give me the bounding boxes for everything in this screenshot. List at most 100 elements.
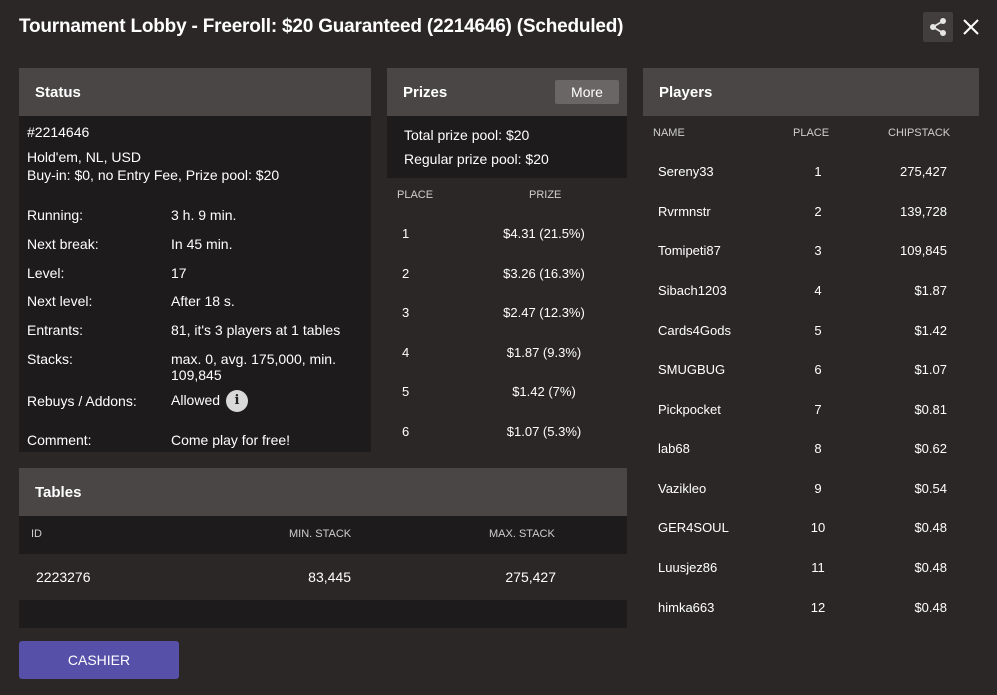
more-prizes-button[interactable]: More <box>555 80 619 104</box>
player-chips: $0.81 <box>914 402 947 417</box>
player-name: himka663 <box>658 600 715 615</box>
player-place: 12 <box>810 600 826 615</box>
player-name: Luusjez86 <box>658 560 718 575</box>
prize-amount: $4.31 (21.5%) <box>503 226 585 241</box>
player-place: 5 <box>814 323 822 338</box>
status-key: Rebuys / Addons: <box>27 393 137 409</box>
player-chips: $0.62 <box>914 441 947 456</box>
player-name: Pickpocket <box>658 402 721 417</box>
player-name: GER4SOUL <box>658 520 729 535</box>
player-row[interactable]: SMUGBUG 6 $1.07 <box>643 362 979 382</box>
prize-row: 6 $1.07 (5.3%) <box>387 424 627 444</box>
player-chips: 139,728 <box>900 204 947 219</box>
player-name: Rvrmnstr <box>658 204 711 219</box>
status-value: 17 <box>171 265 187 281</box>
game-type: Hold'em, NL, USD <box>27 149 141 165</box>
player-place: 2 <box>814 204 822 219</box>
close-button[interactable] <box>958 14 984 40</box>
status-value: 3 h. 9 min. <box>171 207 237 223</box>
player-place: 10 <box>810 520 826 535</box>
player-row[interactable]: Cards4Gods 5 $1.42 <box>643 323 979 343</box>
prize-place: 6 <box>402 424 410 439</box>
prize-place: 5 <box>402 384 410 399</box>
total-prize-value: $20 <box>505 127 530 143</box>
total-prize-pool: Total prize pool: $20 <box>404 127 529 143</box>
tables-heading: Tables <box>35 483 82 501</box>
player-chips: $0.54 <box>914 481 947 496</box>
regular-prize-pool: Regular prize pool: $20 <box>404 151 549 167</box>
players-col-name: NAME <box>653 127 685 139</box>
status-value: In 45 min. <box>171 236 233 252</box>
player-row[interactable]: Sibach1203 4 $1.87 <box>643 283 979 303</box>
share-icon <box>930 18 946 36</box>
status-key: Stacks: <box>27 351 73 367</box>
close-icon <box>963 19 979 35</box>
player-chips: 275,427 <box>900 164 947 179</box>
status-key: Comment: <box>27 432 92 448</box>
player-row[interactable]: Pickpocket 7 $0.81 <box>643 402 979 422</box>
player-place: 9 <box>814 481 822 496</box>
info-icon[interactable]: i <box>226 390 249 413</box>
prizes-col-prize: PRIZE <box>529 189 562 201</box>
prize-row: 3 $2.47 (12.3%) <box>387 305 627 325</box>
status-value: max. 0, avg. 175,000, min. 109,845 <box>171 351 336 383</box>
player-chips: $1.87 <box>914 283 947 298</box>
player-place: 4 <box>814 283 822 298</box>
prize-row: 5 $1.42 (7%) <box>387 384 627 404</box>
total-prize-label: Total prize pool: <box>404 127 503 143</box>
player-row[interactable]: GER4SOUL 10 $0.48 <box>643 520 979 540</box>
table-max-stack: 275,427 <box>505 569 556 585</box>
player-chips: $0.48 <box>914 560 947 575</box>
prize-place: 4 <box>402 345 410 360</box>
players-col-chipstack: CHIPSTACK <box>888 127 951 139</box>
status-value-rebuys: Allowed i <box>171 389 361 413</box>
share-button[interactable] <box>923 12 953 42</box>
players-panel-header: Players <box>643 68 979 116</box>
player-chips: $1.07 <box>914 362 947 377</box>
status-value: After 18 s. <box>171 293 235 309</box>
player-name: Vazikleo <box>658 481 707 496</box>
player-place: 7 <box>814 402 822 417</box>
player-place: 1 <box>814 164 822 179</box>
status-key: Next level: <box>27 293 93 309</box>
player-chips: $1.42 <box>914 323 947 338</box>
player-name: Cards4Gods <box>658 323 731 338</box>
prizes-heading: Prizes <box>403 83 448 101</box>
player-chips: 109,845 <box>900 243 947 258</box>
tables-col-id: ID <box>31 528 42 540</box>
player-place: 8 <box>814 441 822 456</box>
prize-row: 2 $3.26 (16.3%) <box>387 266 627 286</box>
players-col-place: PLACE <box>793 127 830 139</box>
prize-amount: $1.07 (5.3%) <box>506 424 582 439</box>
tables-panel-header: Tables <box>19 468 627 516</box>
status-value: Come play for free! <box>171 432 291 448</box>
status-key: Entrants: <box>27 322 84 338</box>
prize-amount: $1.42 (7%) <box>512 384 576 399</box>
player-place: 6 <box>814 362 822 377</box>
player-name: lab68 <box>658 441 690 456</box>
page-title: Tournament Lobby - Freeroll: $20 Guarant… <box>19 16 624 37</box>
player-row[interactable]: Luusjez86 11 $0.48 <box>643 560 979 580</box>
lobby-header: Tournament Lobby - Freeroll: $20 Guarant… <box>0 0 997 58</box>
prize-place: 3 <box>402 305 410 320</box>
player-name: SMUGBUG <box>658 362 726 377</box>
regular-prize-label: Regular prize pool: <box>404 151 522 167</box>
player-row[interactable]: himka663 12 $0.48 <box>643 600 979 620</box>
status-heading: Status <box>35 83 81 101</box>
player-row[interactable]: Tomipeti87 3 109,845 <box>643 243 979 263</box>
player-row[interactable]: lab68 8 $0.62 <box>643 441 979 461</box>
tournament-id: #2214646 <box>27 124 90 140</box>
cashier-button[interactable]: Cashier <box>19 641 179 679</box>
player-name: Sibach1203 <box>658 283 727 298</box>
buyin-info: Buy-in: $0, no Entry Fee, Prize pool: $2… <box>27 167 280 183</box>
player-name: Sereny33 <box>658 164 714 179</box>
player-chips: $0.48 <box>914 600 947 615</box>
player-chips: $0.48 <box>914 520 947 535</box>
tables-col-min-stack: MIN. STACK <box>289 528 352 540</box>
player-name: Tomipeti87 <box>658 243 721 258</box>
player-row[interactable]: Vazikleo 9 $0.54 <box>643 481 979 501</box>
table-id: 2223276 <box>36 569 91 585</box>
player-row[interactable]: Rvrmnstr 2 139,728 <box>643 204 979 224</box>
prize-row: 1 $4.31 (21.5%) <box>387 226 627 246</box>
player-row[interactable]: Sereny33 1 275,427 <box>643 164 979 184</box>
